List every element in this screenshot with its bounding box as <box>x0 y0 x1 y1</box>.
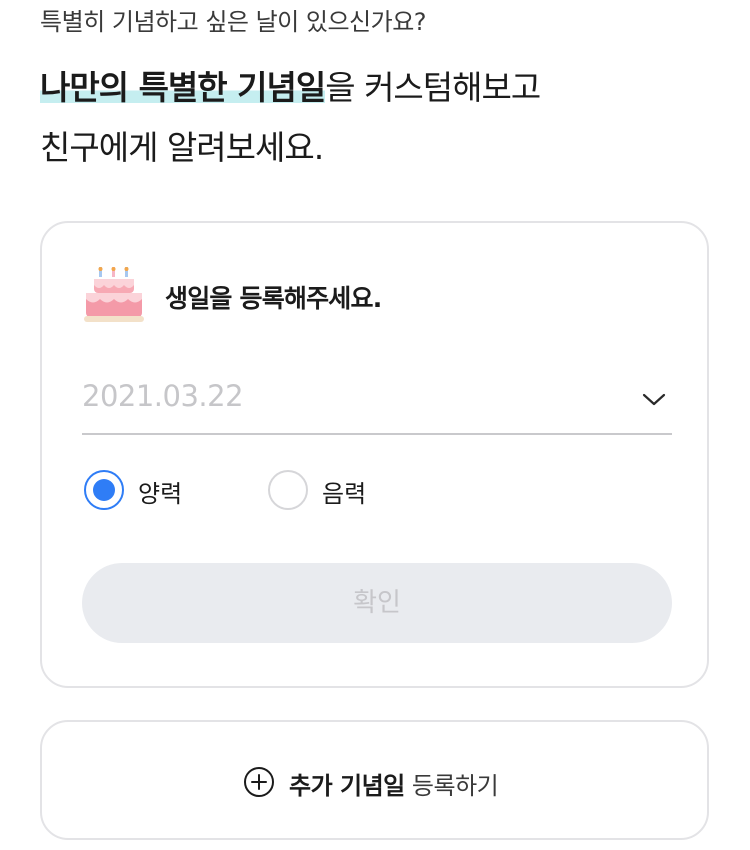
radio-lunar-unchecked-icon[interactable] <box>268 470 308 510</box>
headline-rest: 을 커스텀해보고 <box>325 68 541 107</box>
radio-lunar-label: 음력 <box>322 480 367 508</box>
headline-line-1: 나만의 특별한 기념일을 커스텀해보고 <box>40 58 541 118</box>
headline: 나만의 특별한 기념일을 커스텀해보고 친구에게 알려보세요. <box>40 58 541 178</box>
headline-line-2: 친구에게 알려보세요. <box>40 128 324 167</box>
radio-solar-checked-icon[interactable] <box>84 470 124 510</box>
headline-highlight: 나만의 특별한 기념일 <box>40 68 326 107</box>
confirm-button[interactable]: 확인 <box>82 563 672 643</box>
add-anniversary-rest-label: 등록하기 <box>411 772 499 800</box>
intro-subtitle: 특별히 기념하고 싶은 날이 있으신가요? <box>40 8 427 36</box>
birthday-card: 생일을 등록해주세요. 2021.03.22 양력 음력 확인 <box>40 221 709 688</box>
card-title: 생일을 등록해주세요. <box>165 284 382 313</box>
plus-circle-icon <box>244 767 274 797</box>
chevron-down-icon[interactable] <box>642 387 666 411</box>
add-anniversary-button[interactable]: 추가 기념일 등록하기 <box>40 720 709 840</box>
add-anniversary-bold-label: 추가 기념일 <box>289 772 405 800</box>
radio-solar-label: 양력 <box>138 480 183 508</box>
date-placeholder: 2021.03.22 <box>82 379 244 413</box>
date-select[interactable]: 2021.03.22 <box>82 369 672 435</box>
add-anniversary-label: 추가 기념일 등록하기 <box>289 766 499 801</box>
birthday-cake-icon <box>84 267 144 322</box>
